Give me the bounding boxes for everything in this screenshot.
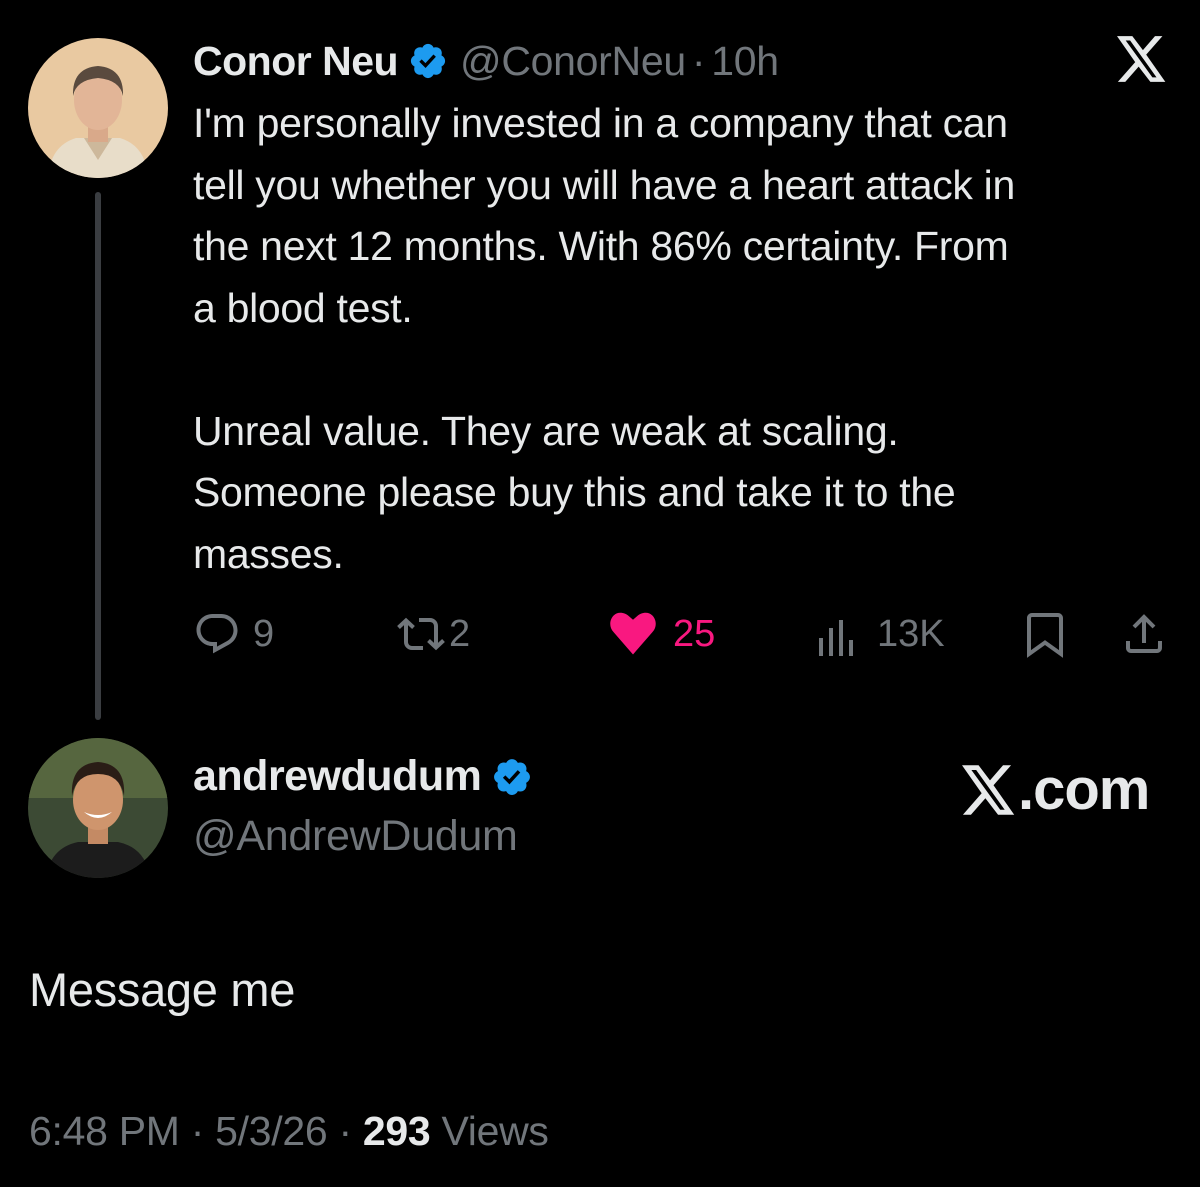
- author-display-name[interactable]: Conor Neu: [193, 38, 399, 85]
- reply-button[interactable]: 9: [193, 610, 274, 658]
- reply-views-label: Views: [441, 1108, 549, 1154]
- avatar-conor-neu[interactable]: [28, 38, 168, 178]
- views-button[interactable]: 13K: [815, 610, 945, 658]
- tweet-text-line: masses.: [193, 530, 344, 577]
- meta-separator: ·: [338, 1108, 352, 1154]
- watermark-suffix: .com: [1018, 757, 1150, 822]
- reply-date[interactable]: 5/3/26: [215, 1108, 328, 1154]
- bookmark-icon: [1023, 611, 1067, 659]
- time-ago[interactable]: 10h: [711, 38, 779, 85]
- reply-display-name[interactable]: andrewdudum: [193, 752, 482, 801]
- author-handle[interactable]: @ConorNeu: [460, 38, 686, 85]
- reply-author-row: andrewdudum: [193, 752, 533, 801]
- verified-badge-icon: [408, 41, 448, 81]
- tweet-text: I'm personally invested in a company tha…: [193, 93, 1183, 585]
- x-logo-icon: [962, 764, 1016, 815]
- repost-count: 2: [449, 612, 471, 655]
- reply-handle[interactable]: @AndrewDudum: [193, 812, 518, 861]
- share-button[interactable]: [1120, 609, 1168, 659]
- reply-meta: 6:48 PM · 5/3/26 · 293 Views: [29, 1108, 549, 1155]
- reply-text: Message me: [29, 963, 296, 1016]
- tweet-text-line: Unreal value. They are weak at scaling.: [193, 407, 899, 454]
- x-logo-icon: [1117, 36, 1167, 82]
- verified-badge-icon: [491, 756, 533, 798]
- reply-timestamp[interactable]: 6:48 PM: [29, 1108, 180, 1154]
- avatar-andrewdudum[interactable]: [28, 738, 168, 878]
- bookmark-button[interactable]: [1023, 611, 1067, 659]
- tweet-author-row: Conor Neu @ConorNeu · 10h: [193, 34, 779, 88]
- views-icon: [815, 610, 859, 658]
- like-button[interactable]: 25: [607, 610, 715, 658]
- repost-icon: [397, 610, 445, 658]
- tweet-text-line: tell you whether you will have a heart a…: [193, 161, 1015, 208]
- repost-button[interactable]: 2: [397, 610, 470, 658]
- reply-icon: [193, 610, 241, 658]
- views-count: 13K: [877, 612, 945, 655]
- like-icon: [607, 610, 659, 658]
- share-icon: [1120, 609, 1168, 659]
- meta-separator: ·: [691, 37, 706, 84]
- tweet-text-line: a blood test.: [193, 284, 413, 331]
- reply-views-count: 293: [362, 1108, 431, 1154]
- thread-connector-line: [95, 192, 101, 720]
- x-com-watermark: .com: [962, 756, 1150, 823]
- like-count: 25: [673, 612, 716, 655]
- reply-count: 9: [253, 612, 275, 655]
- meta-separator: ·: [190, 1108, 205, 1154]
- tweet-text-line: Someone please buy this and take it to t…: [193, 469, 956, 515]
- tweet-text-line: the next 12 months. With 86% certainty. …: [193, 223, 1009, 269]
- tweet-text-line: I'm personally invested in a company tha…: [193, 100, 1008, 146]
